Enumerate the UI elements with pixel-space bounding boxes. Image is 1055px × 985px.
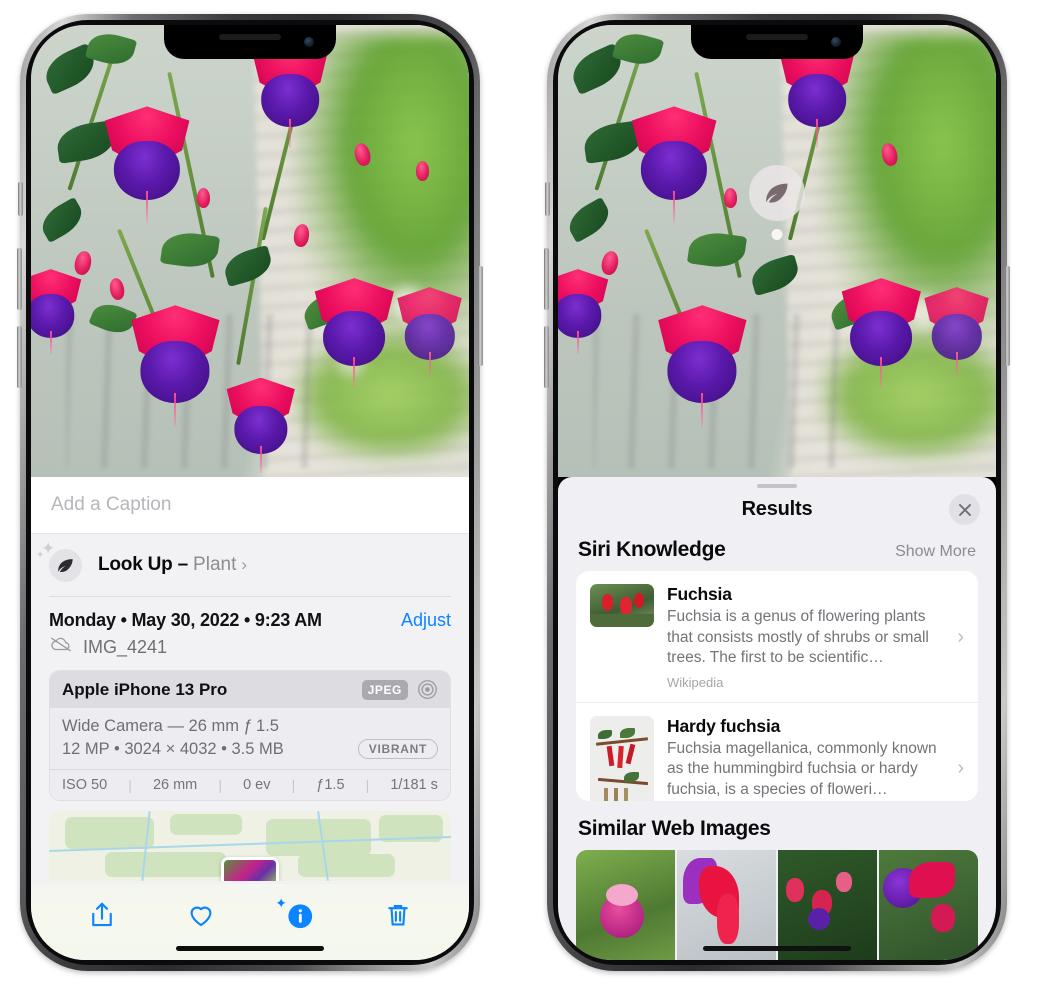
home-indicator[interactable] [703,946,851,951]
power-button[interactable] [1005,266,1010,366]
close-icon [958,503,971,516]
sparkles-icon: ✦ [275,895,287,911]
metadata-body: Wide Camera — 26 mm ƒ 1.5 12 MP • 3024 ×… [50,708,450,769]
home-indicator[interactable] [176,946,324,951]
delete-button[interactable] [383,900,413,930]
exif-focal: 26 mm [152,777,198,793]
chevron-right-icon: › [241,555,248,574]
result-description: Fuchsia magellanica, commonly known as t… [667,739,937,798]
aperture-icon [418,680,437,699]
device-name: Apple iPhone 13 Pro [62,679,228,699]
cloud-slash-icon [49,636,73,658]
similar-web-images-header: Similar Web Images [558,801,996,850]
result-description: Fuchsia is a genus of flowering plants t… [667,608,929,667]
result-title: Fuchsia [667,584,732,605]
metadata-header: Apple iPhone 13 Pro JPEG [50,671,450,708]
screenshot-root: Add a Caption ✦ ✦ Look Up – Plant › Mond… [0,0,1055,985]
camera-metadata-card[interactable]: Apple iPhone 13 Pro JPEG Wide Camera — 2… [49,670,451,801]
siri-knowledge-title: Siri Knowledge [578,538,726,562]
photo-info-sheet: Add a Caption ✦ ✦ Look Up – Plant › Mond… [31,477,469,960]
front-camera-icon [831,37,841,47]
exif-exposure: 0 ev [243,777,271,793]
results-title: Results [741,497,813,520]
web-image-thumbnail[interactable] [677,850,776,960]
leaf-icon: ✦ ✦ [36,540,82,582]
notch [691,25,863,59]
web-image-thumbnail[interactable] [778,850,877,960]
share-button[interactable] [87,900,117,930]
lens-info: Wide Camera — 26 mm ƒ 1.5 [62,717,279,735]
exif-iso: ISO 50 [62,777,108,793]
file-name: IMG_4241 [83,636,168,657]
iphone-right: Results Siri Knowledge Show More Fuchsia… [544,14,1010,971]
result-thumbnail [590,584,654,628]
exif-row: ISO 50 | 26 mm | 0 ev | ƒ1.5 | 1/181 s [50,769,450,800]
similar-web-images-title: Similar Web Images [578,817,771,840]
file-size-info: 12 MP • 3024 × 4032 • 3.5 MB [62,739,284,758]
screen-left: Add a Caption ✦ ✦ Look Up – Plant › Mond… [31,25,469,960]
photo-viewer[interactable] [558,25,996,477]
results-sheet: Results Siri Knowledge Show More Fuchsia… [558,477,996,960]
mute-switch[interactable] [18,182,23,216]
look-up-title: Look Up – [98,554,189,575]
location-map[interactable] [49,811,451,881]
result-body: Hardy fuchsia Fuchsia magellanica, commo… [667,716,957,801]
photo-date: Monday • May 30, 2022 • 9:23 AM [49,610,322,630]
caption-placeholder: Add a Caption [51,494,172,515]
chevron-right-icon: › [957,757,964,780]
exif-aperture: ƒ1.5 [316,777,345,793]
screen-right: Results Siri Knowledge Show More Fuchsia… [558,25,996,960]
power-button[interactable] [478,266,483,366]
visual-lookup-badge[interactable] [749,165,805,221]
file-row: IMG_4241 [31,631,469,670]
results-header: Results [558,488,996,530]
metadata-badges: JPEG [361,679,438,700]
leaf-icon [766,183,788,203]
earpiece-speaker [746,34,808,40]
web-image-thumbnail[interactable] [576,850,675,960]
date-row: Monday • May 30, 2022 • 9:23 AM Adjust [31,597,469,631]
volume-up-button[interactable] [17,248,22,310]
similar-web-images-grid [558,850,996,960]
volume-down-button[interactable] [544,326,549,388]
photographic-style-badge: VIBRANT [357,739,438,759]
caption-field[interactable]: Add a Caption [31,477,469,534]
siri-knowledge-card: Fuchsia Fuchsia is a genus of flowering … [576,571,978,801]
look-up-row[interactable]: ✦ ✦ Look Up – Plant › [31,534,469,596]
show-more-button[interactable]: Show More [895,543,976,561]
result-title: Hardy fuchsia [667,715,781,736]
result-body: Fuchsia Fuchsia is a genus of flowering … [667,584,957,689]
result-source: Wikipedia [667,674,724,690]
favorite-button[interactable] [186,900,216,930]
notch [164,25,336,59]
photo-viewer[interactable] [31,25,469,477]
volume-up-button[interactable] [544,248,549,310]
earpiece-speaker [219,34,281,40]
siri-knowledge-header: Siri Knowledge Show More [558,530,996,571]
list-item[interactable]: Hardy fuchsia Fuchsia magellanica, commo… [576,701,978,801]
front-camera-icon [304,37,314,47]
map-photo-pin [221,857,279,881]
iphone-left: Add a Caption ✦ ✦ Look Up – Plant › Mond… [17,14,483,971]
adjust-button[interactable]: Adjust [401,610,451,631]
look-up-subject: Plant [193,554,237,575]
mute-switch[interactable] [545,182,550,216]
volume-down-button[interactable] [17,326,22,388]
sparkle-small-icon: ✦ [36,549,45,561]
list-item[interactable]: Fuchsia Fuchsia is a genus of flowering … [576,571,978,701]
visual-lookup-pointer-dot [771,229,783,240]
close-button[interactable] [949,494,980,526]
result-thumbnail [590,715,654,801]
web-image-thumbnail[interactable] [879,850,978,960]
chevron-right-icon: › [957,625,964,648]
format-badge: JPEG [361,679,408,700]
exif-shutter: 1/181 s [390,777,438,793]
info-button[interactable]: ✦ [275,895,314,930]
